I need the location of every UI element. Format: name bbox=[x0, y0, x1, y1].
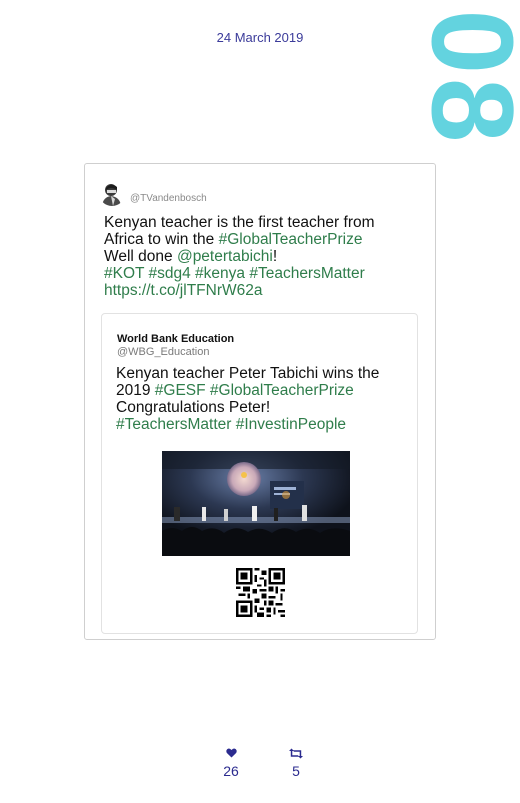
tweet-photo[interactable] bbox=[162, 451, 350, 556]
page-number-text: 08 bbox=[408, 8, 520, 147]
mention-link[interactable]: @petertabichi bbox=[177, 248, 273, 265]
hashtag-link[interactable]: #GESF #GlobalTeacherPrize bbox=[155, 382, 354, 399]
author-handle[interactable]: @TVandenbosch bbox=[130, 193, 207, 204]
quoted-tweet-text: Kenyan teacher Peter Tabichi wins the 20… bbox=[116, 365, 412, 433]
tweet-author[interactable]: @TVandenbosch bbox=[99, 180, 207, 206]
avatar[interactable] bbox=[99, 180, 125, 206]
tweet-card: @TVandenbosch Kenyan teacher is the firs… bbox=[84, 163, 436, 640]
tweet-text: Kenyan teacher is the first teacher from… bbox=[104, 214, 424, 299]
quoted-author-name[interactable]: World Bank Education bbox=[117, 333, 234, 345]
retweet-icon[interactable] bbox=[281, 748, 311, 762]
likes-count[interactable]: 26 bbox=[216, 748, 246, 779]
retweets-count[interactable]: 5 bbox=[281, 748, 311, 779]
tweet-line: Africa to win the #GlobalTeacherPrize bbox=[104, 231, 363, 248]
hashtags-link[interactable]: #TeachersMatter #InvestinPeople bbox=[116, 416, 412, 433]
qr-code bbox=[236, 568, 285, 617]
url-link[interactable]: https://t.co/jlTFNrW62a bbox=[104, 282, 424, 299]
quoted-author-handle[interactable]: @WBG_Education bbox=[117, 346, 210, 358]
tweet-line: Well done @petertabichi! bbox=[104, 248, 278, 265]
heart-icon[interactable] bbox=[216, 748, 246, 762]
page-number: 08 bbox=[408, 9, 520, 146]
hashtag-link[interactable]: #GlobalTeacherPrize bbox=[219, 231, 363, 248]
hashtags-link[interactable]: #KOT #sdg4 #kenya #TeachersMatter bbox=[104, 265, 424, 282]
quote-line: Congratulations Peter! bbox=[116, 399, 271, 416]
quoted-tweet[interactable]: World Bank Education @WBG_Education Keny… bbox=[101, 313, 418, 634]
retweets-number: 5 bbox=[292, 763, 300, 779]
quote-line: 2019 #GESF #GlobalTeacherPrize bbox=[116, 382, 354, 399]
tweet-line: Kenyan teacher is the first teacher from bbox=[104, 214, 375, 231]
likes-number: 26 bbox=[223, 763, 239, 779]
quote-line: Kenyan teacher Peter Tabichi wins the bbox=[116, 365, 380, 382]
